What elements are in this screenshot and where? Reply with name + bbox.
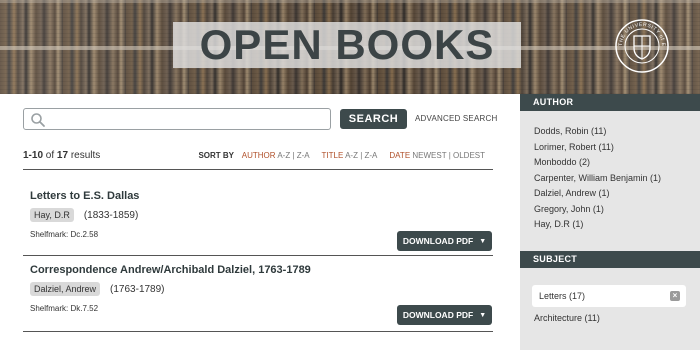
search-input[interactable] <box>50 111 326 127</box>
record-dates: (1763-1789) <box>110 283 165 295</box>
active-subject-label: Letters (17) <box>539 291 586 301</box>
results-count: 1-10 of 17 results <box>23 150 100 161</box>
record-dates: (1833-1859) <box>83 209 139 221</box>
author-facet-list: Dodds, Robin (11) Lorimer, Robert (11) M… <box>534 124 661 233</box>
record-meta: Dalziel, Andrew (1763-1789) <box>30 282 492 296</box>
record-title[interactable]: Letters to E.S. Dallas <box>30 190 492 202</box>
results-total: 17 <box>56 150 69 161</box>
results-bar: 1-10 of 17 results SORT BY AUTHOR A-Z | … <box>23 149 493 165</box>
search-icon <box>31 113 45 127</box>
divider <box>23 255 493 256</box>
close-icon[interactable]: × <box>670 291 680 301</box>
divider <box>23 331 493 332</box>
facet-item-author[interactable]: Monboddo (2) <box>534 155 661 171</box>
site-title-box[interactable]: OPEN BOOKS <box>173 21 521 69</box>
facet-item-author[interactable]: Dodds, Robin (11) <box>534 124 661 140</box>
download-label: DOWNLOAD PDF <box>402 236 474 246</box>
sort-author[interactable]: AUTHOR <box>242 151 276 160</box>
results-of: of <box>45 150 55 161</box>
advanced-search-link[interactable]: ADVANCED SEARCH <box>415 114 497 123</box>
facet-item-author[interactable]: Gregory, John (1) <box>534 202 661 218</box>
divider <box>23 169 493 170</box>
sort-date[interactable]: DATE <box>389 151 410 160</box>
site-title[interactable]: OPEN BOOKS <box>200 21 495 69</box>
facet-item-author[interactable]: Hay, D.R (1) <box>534 217 661 233</box>
download-pdf-button[interactable]: DOWNLOAD PDF ▼ <box>397 231 492 251</box>
sort-author-options[interactable]: A-Z | Z-A <box>277 151 309 160</box>
sort-label: SORT BY <box>198 151 234 160</box>
author-tag[interactable]: Hay, D.R <box>30 208 74 222</box>
search-field[interactable] <box>23 108 331 130</box>
main-content: SEARCH ADVANCED SEARCH 1-10 of 17 result… <box>0 94 520 350</box>
facet-item-author[interactable]: Dalziel, Andrew (1) <box>534 186 661 202</box>
result-item: Correspondence Andrew/Archibald Dalziel,… <box>30 264 492 330</box>
sort-date-options[interactable]: NEWEST | OLDEST <box>412 151 485 160</box>
author-tag[interactable]: Dalziel, Andrew <box>30 282 101 296</box>
download-label: DOWNLOAD PDF <box>402 310 474 320</box>
results-range: 1-10 <box>23 150 44 161</box>
facet-item-author[interactable]: Carpenter, William Benjamin (1) <box>534 171 661 187</box>
facet-sidebar: AUTHOR Dodds, Robin (11) Lorimer, Robert… <box>520 94 700 350</box>
sort-title-options[interactable]: A-Z | Z-A <box>345 151 377 160</box>
facet-item-subject[interactable]: Architecture (11) <box>534 313 600 323</box>
university-seal-icon[interactable]: THE UNIVERSITY of EDINBURGH <box>614 18 670 74</box>
result-item: Letters to E.S. Dallas Hay, D.R (1833-18… <box>30 190 492 251</box>
sort-controls: SORT BY AUTHOR A-Z | Z-A TITLE A-Z | Z-A… <box>198 151 485 160</box>
header-banner: OPEN BOOKS THE UNIVERSITY of EDINBURGH <box>0 0 700 94</box>
search-button[interactable]: SEARCH <box>340 109 407 129</box>
caret-down-icon: ▼ <box>479 311 487 319</box>
record-meta: Hay, D.R (1833-1859) <box>30 208 492 222</box>
caret-down-icon: ▼ <box>479 237 487 245</box>
subject-facet-heading: SUBJECT <box>520 251 700 268</box>
active-subject-filter[interactable]: Letters (17) × <box>532 285 686 307</box>
sort-title[interactable]: TITLE <box>322 151 344 160</box>
author-facet-heading: AUTHOR <box>520 94 700 111</box>
facet-item-author[interactable]: Lorimer, Robert (11) <box>534 140 661 156</box>
record-title[interactable]: Correspondence Andrew/Archibald Dalziel,… <box>30 264 492 276</box>
results-label: results <box>70 150 101 161</box>
download-pdf-button[interactable]: DOWNLOAD PDF ▼ <box>397 305 492 325</box>
